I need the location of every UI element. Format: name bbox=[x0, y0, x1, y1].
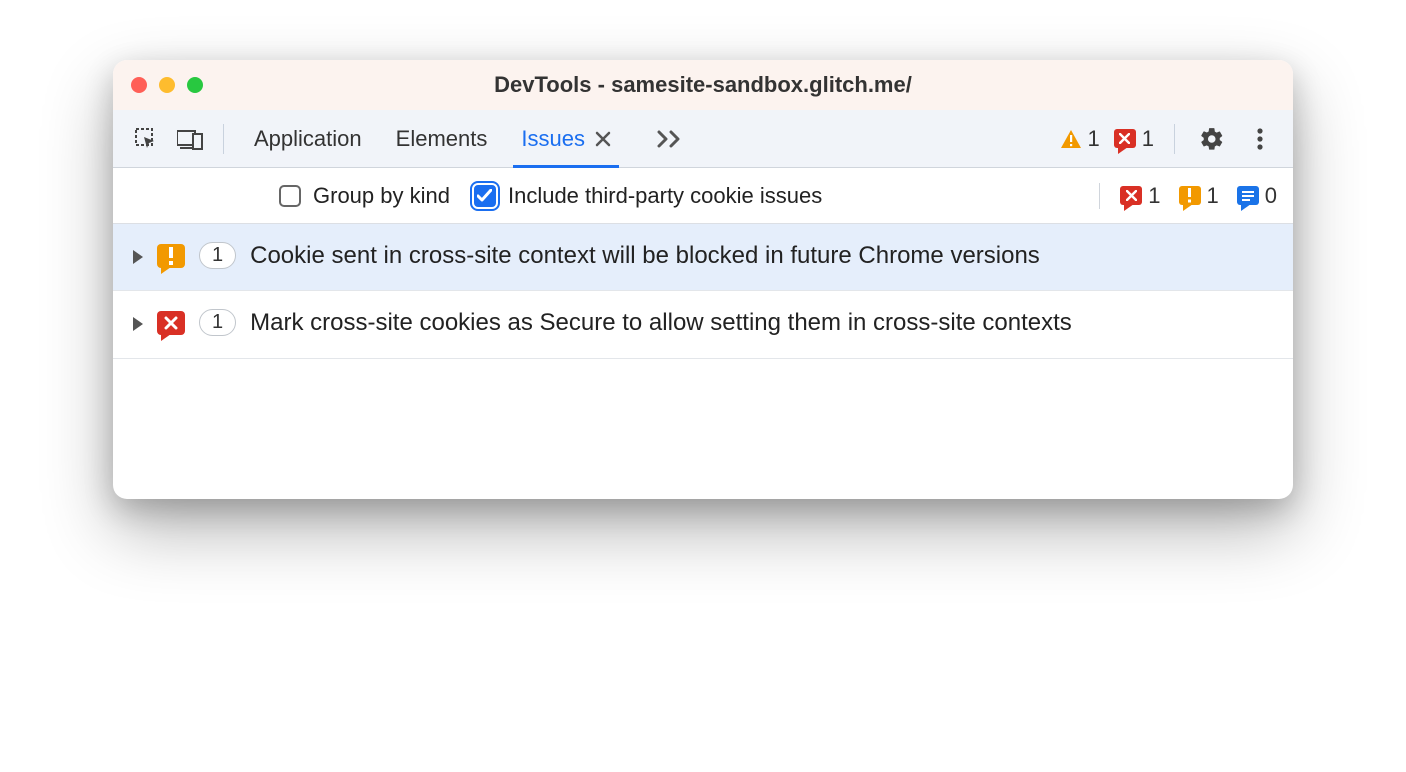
error-speech-icon bbox=[157, 311, 185, 335]
issue-row[interactable]: 1 Mark cross-site cookies as Secure to a… bbox=[113, 291, 1293, 358]
issue-title: Cookie sent in cross-site context will b… bbox=[250, 240, 1273, 272]
error-filter-count[interactable]: 1 bbox=[1120, 183, 1160, 209]
count-value: 1 bbox=[1148, 183, 1160, 209]
tab-elements[interactable]: Elements bbox=[396, 110, 488, 167]
error-speech-icon bbox=[1114, 129, 1136, 148]
titlebar: DevTools - samesite-sandbox.glitch.me/ bbox=[113, 60, 1293, 110]
devtools-window: DevTools - samesite-sandbox.glitch.me/ A… bbox=[113, 60, 1293, 499]
tab-label: Issues bbox=[521, 126, 585, 152]
toolbar-right: 1 1 bbox=[1060, 122, 1278, 156]
checkbox-icon bbox=[279, 185, 301, 207]
tab-label: Application bbox=[254, 126, 362, 152]
separator bbox=[223, 124, 224, 154]
issue-count-badge: 1 bbox=[199, 242, 236, 269]
device-toggle-icon[interactable] bbox=[173, 122, 207, 156]
info-speech-icon bbox=[1237, 186, 1259, 205]
error-count: 1 bbox=[1142, 126, 1154, 152]
more-menu-icon[interactable] bbox=[1243, 122, 1277, 156]
include-third-party-checkbox[interactable]: Include third-party cookie issues bbox=[474, 183, 822, 209]
warning-count: 1 bbox=[1088, 126, 1100, 152]
expand-caret-icon[interactable] bbox=[133, 317, 143, 331]
issues-empty-area bbox=[113, 359, 1293, 499]
settings-gear-icon[interactable] bbox=[1195, 122, 1229, 156]
issue-title: Mark cross-site cookies as Secure to all… bbox=[250, 307, 1273, 339]
checkbox-label: Group by kind bbox=[313, 183, 450, 209]
warning-filter-count[interactable]: 1 bbox=[1179, 183, 1219, 209]
window-controls bbox=[131, 77, 203, 93]
count-value: 1 bbox=[1207, 183, 1219, 209]
inspect-element-icon[interactable] bbox=[129, 122, 163, 156]
close-window-button[interactable] bbox=[131, 77, 147, 93]
issue-count-badge: 1 bbox=[199, 309, 236, 336]
group-by-kind-checkbox[interactable]: Group by kind bbox=[279, 183, 450, 209]
maximize-window-button[interactable] bbox=[187, 77, 203, 93]
more-tabs-icon[interactable] bbox=[657, 130, 685, 148]
issue-severity-counts: 1 1 0 bbox=[1099, 183, 1277, 209]
issues-list: 1 Cookie sent in cross-site context will… bbox=[113, 224, 1293, 359]
checkbox-checked-icon bbox=[474, 185, 496, 207]
warning-count-group[interactable]: 1 bbox=[1060, 126, 1100, 152]
warning-speech-icon bbox=[157, 244, 185, 268]
expand-caret-icon[interactable] bbox=[133, 250, 143, 264]
tab-label: Elements bbox=[396, 126, 488, 152]
close-tab-icon[interactable] bbox=[595, 131, 611, 147]
error-count-group[interactable]: 1 bbox=[1114, 126, 1154, 152]
tab-application[interactable]: Application bbox=[254, 110, 362, 167]
tab-issues[interactable]: Issues bbox=[521, 110, 611, 167]
checkbox-label: Include third-party cookie issues bbox=[508, 183, 822, 209]
error-speech-icon bbox=[1120, 186, 1142, 205]
warning-speech-icon bbox=[1179, 186, 1201, 205]
issues-filter-bar: Group by kind Include third-party cookie… bbox=[113, 168, 1293, 224]
info-filter-count[interactable]: 0 bbox=[1237, 183, 1277, 209]
main-toolbar: Application Elements Issues 1 1 bbox=[113, 110, 1293, 168]
separator bbox=[1174, 124, 1175, 154]
window-title: DevTools - samesite-sandbox.glitch.me/ bbox=[113, 72, 1293, 98]
warning-triangle-icon bbox=[1060, 129, 1082, 149]
panel-tabs: Application Elements Issues bbox=[254, 110, 685, 167]
count-value: 0 bbox=[1265, 183, 1277, 209]
minimize-window-button[interactable] bbox=[159, 77, 175, 93]
issue-row[interactable]: 1 Cookie sent in cross-site context will… bbox=[113, 224, 1293, 291]
